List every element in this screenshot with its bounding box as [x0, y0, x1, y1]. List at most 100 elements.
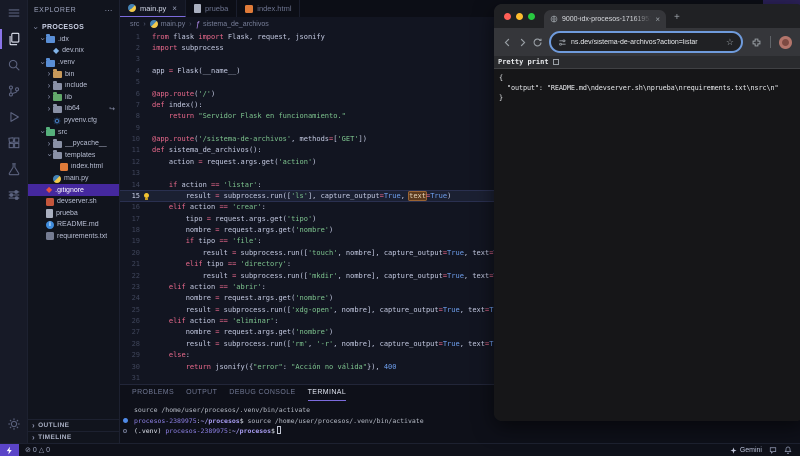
tree-item-label: lib64	[65, 105, 80, 112]
lightning-icon	[5, 446, 14, 455]
tree-item-label: prueba	[56, 210, 78, 217]
code-text: result = subprocess.run(['rm', '-r', nom…	[152, 340, 510, 348]
settings-gear-icon[interactable]	[0, 411, 28, 437]
tree-item-procesos[interactable]: ›PROCESOS	[28, 22, 119, 34]
new-tab-button[interactable]: +	[674, 12, 680, 23]
forward-button[interactable]	[517, 37, 528, 48]
close-light[interactable]	[504, 13, 511, 20]
tree-item-lib64[interactable]: ›lib64↪	[28, 103, 119, 115]
tree-item-pyvenv-cfg[interactable]: pyvenv.cfg	[28, 115, 119, 127]
gemini-status-item[interactable]: Gemini	[730, 447, 762, 454]
nix-file-icon: ◆	[53, 47, 59, 55]
command-decoration-icon[interactable]	[123, 418, 128, 423]
bookmark-star-icon[interactable]: ☆	[726, 37, 734, 48]
remote-indicator[interactable]	[0, 444, 19, 456]
editor-tab-main-py[interactable]: main.py×	[120, 0, 186, 17]
tree-item-main-py[interactable]: main.py	[28, 173, 119, 185]
browser-tab[interactable]: 9000-idx-procesos-17161953 ×	[544, 10, 666, 28]
chevron-right-icon: ›	[45, 105, 53, 113]
code-text: if action == 'listar':	[152, 181, 262, 189]
search-icon[interactable]	[0, 52, 28, 78]
reload-button[interactable]	[532, 37, 543, 48]
line-number: 13	[120, 169, 140, 177]
file-file-icon	[194, 4, 201, 13]
pretty-print-checkbox[interactable]	[553, 59, 559, 65]
breadcrumb-item-src[interactable]: src	[130, 21, 139, 28]
back-button[interactable]	[502, 37, 513, 48]
beaker-icon[interactable]	[0, 156, 28, 182]
tree-item-templates[interactable]: ›templates	[28, 150, 119, 162]
editor-tab-prueba[interactable]: prueba	[186, 0, 237, 17]
tree-item-prueba[interactable]: prueba	[28, 208, 119, 220]
tree-item-devserver-sh[interactable]: devserver.sh	[28, 196, 119, 208]
close-icon[interactable]: ×	[172, 4, 177, 13]
tab-label: prueba	[205, 4, 228, 13]
panel-tab-debug-console[interactable]: DEBUG CONSOLE	[229, 389, 295, 401]
source-control-icon[interactable]	[0, 78, 28, 104]
tree-item-lib[interactable]: ›lib	[28, 92, 119, 104]
run-debug-icon[interactable]	[0, 104, 28, 130]
panel-tab-terminal[interactable]: TERMINAL	[308, 389, 347, 401]
folder-icon	[53, 152, 62, 159]
line-number: 3	[120, 55, 140, 63]
panel-tab-output[interactable]: OUTPUT	[186, 389, 217, 401]
tree-item-include[interactable]: ›include	[28, 80, 119, 92]
timeline-section[interactable]: › TIMELINE	[28, 431, 119, 443]
profile-avatar[interactable]	[779, 36, 792, 49]
warning-count: 0	[46, 447, 50, 454]
line-number: 29	[120, 351, 140, 359]
code-text: elif action == 'crear':	[152, 203, 266, 211]
extensions-puzzle-icon[interactable]	[751, 37, 762, 48]
line-number: 28	[120, 340, 140, 348]
command-decoration-icon[interactable]	[123, 429, 127, 433]
folder-icon	[53, 106, 62, 113]
folder-icon	[53, 71, 62, 78]
minimize-light[interactable]	[516, 13, 523, 20]
site-settings-icon[interactable]	[558, 38, 567, 47]
folder-icon	[53, 83, 62, 90]
panel-tab-problems[interactable]: PROBLEMS	[132, 389, 174, 401]
tree-item--pycache-[interactable]: ›__pycache__	[28, 138, 119, 150]
file-file-icon	[46, 209, 53, 218]
extensions-icon[interactable]	[0, 130, 28, 156]
outline-section[interactable]: › OUTLINE	[28, 419, 119, 431]
menu-icon[interactable]	[0, 0, 28, 26]
explorer-more-actions-icon[interactable]: ⋯	[105, 6, 114, 15]
tab-close-icon[interactable]: ×	[655, 15, 660, 24]
tree-item--idx[interactable]: ›.idx	[28, 34, 119, 46]
tree-item-index-html[interactable]: index.html	[28, 161, 119, 173]
line-number: 19	[120, 237, 140, 245]
breadcrumb-label: main.py	[161, 21, 186, 28]
explorer-icon[interactable]	[0, 26, 28, 52]
lightbulb-icon[interactable]	[144, 193, 149, 198]
breadcrumb-item-sistema-de-archivos[interactable]: ƒsistema_de_archivos	[196, 20, 269, 29]
tree-item-dev-nix[interactable]: ◆dev.nix	[28, 45, 119, 57]
feedback-icon[interactable]	[769, 446, 777, 454]
editor-tab-index-html[interactable]: index.html	[237, 0, 300, 17]
problems-status[interactable]: ⊘ 0 △ 0	[25, 446, 50, 454]
timeline-label: TIMELINE	[38, 434, 72, 441]
python-file-icon	[150, 20, 158, 28]
breadcrumb-item-main-py[interactable]: main.py	[150, 20, 186, 28]
tree-item-requirements-txt[interactable]: requirements.txt	[28, 231, 119, 243]
line-number: 23	[120, 283, 140, 291]
url-text[interactable]: ns.dev/sistema-de-archivos?action=listar	[571, 39, 722, 46]
tree-item-src[interactable]: ›src	[28, 126, 119, 138]
tune-icon[interactable]	[0, 182, 28, 208]
chevron-down-icon: ›	[38, 128, 46, 136]
tree-item-bin[interactable]: ›bin	[28, 68, 119, 80]
error-icon: ⊘	[25, 446, 31, 454]
html-file-icon	[245, 5, 253, 13]
chevron-right-icon: ›	[45, 82, 53, 90]
address-bar[interactable]: ns.dev/sistema-de-archivos?action=listar…	[551, 33, 741, 51]
tree-item-readme-md[interactable]: iREADME.md	[28, 219, 119, 231]
zoom-light[interactable]	[528, 13, 535, 20]
pretty-print-label: Pretty print	[498, 58, 549, 66]
tree-item--venv[interactable]: ›.venv	[28, 57, 119, 69]
screen: EXPLORER ⋯ ›PROCESOS›.idx◆dev.nix›.venv›…	[0, 0, 800, 456]
line-number: 9	[120, 124, 140, 132]
tree-item--gitignore[interactable]: ◆.gitignore	[28, 184, 119, 196]
tree-item-label: pyvenv.cfg	[64, 117, 97, 124]
line-number: 12	[120, 158, 140, 166]
bell-icon[interactable]	[784, 446, 792, 454]
